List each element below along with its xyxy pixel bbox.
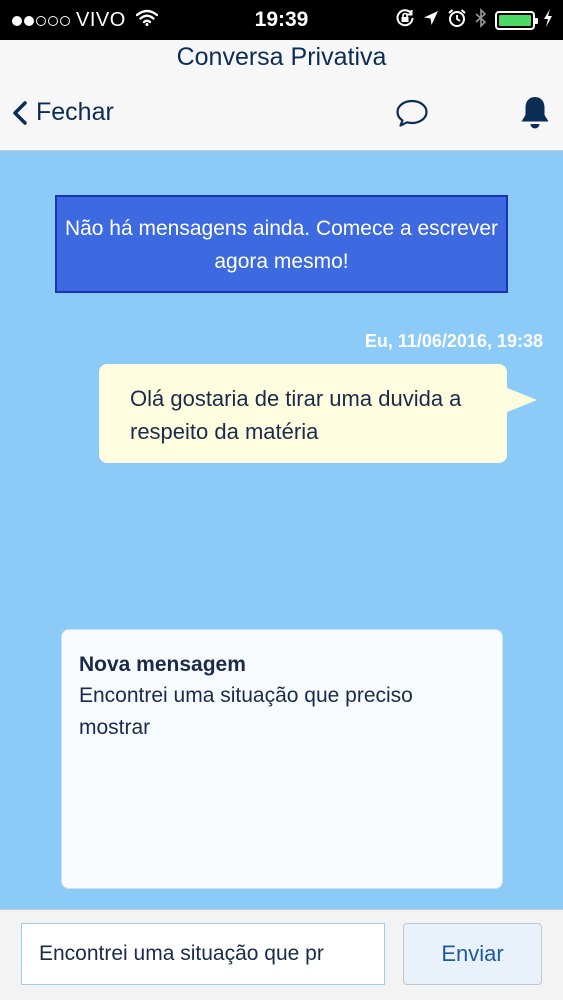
page-title: Conversa Privativa xyxy=(176,43,387,71)
status-bar: VIVO 19:39 xyxy=(0,0,563,40)
close-button[interactable]: Fechar xyxy=(12,98,114,127)
new-message-text: Encontrei uma situação que preciso mostr… xyxy=(79,684,413,739)
send-button[interactable]: Enviar xyxy=(403,923,542,985)
chat-bubble-icon[interactable] xyxy=(395,98,429,133)
new-message-preview: Nova mensagem Encontrei uma situação que… xyxy=(61,629,503,889)
chat-area[interactable]: Não há mensagens ainda. Comece a escreve… xyxy=(0,151,563,909)
message-bubble: Olá gostaria de tirar uma duvida a respe… xyxy=(99,364,507,463)
message-bubble-tail xyxy=(505,387,537,413)
close-button-label: Fechar xyxy=(36,98,114,126)
empty-messages-notice: Não há mensagens ainda. Comece a escreve… xyxy=(55,195,508,293)
message-meta: Eu, 11/06/2016, 19:38 xyxy=(364,331,543,351)
bell-icon[interactable] xyxy=(519,95,551,136)
message-input[interactable] xyxy=(21,923,385,985)
status-right xyxy=(395,8,553,33)
battery-fill xyxy=(499,15,531,26)
battery-icon xyxy=(495,11,538,30)
app-screen: VIVO 19:39 Conversa Privativa Fechar Não… xyxy=(0,0,563,1000)
battery-nub xyxy=(535,18,538,24)
compose-bar: Enviar xyxy=(0,909,563,1000)
chevron-left-icon xyxy=(13,100,27,125)
location-icon xyxy=(423,10,439,31)
nav-header: Conversa Privativa Fechar xyxy=(0,40,563,151)
rotation-lock-icon xyxy=(395,8,415,33)
alarm-icon xyxy=(447,8,467,33)
bluetooth-icon xyxy=(475,8,487,33)
new-message-title: Nova mensagem xyxy=(79,653,246,676)
charging-icon xyxy=(543,9,553,32)
